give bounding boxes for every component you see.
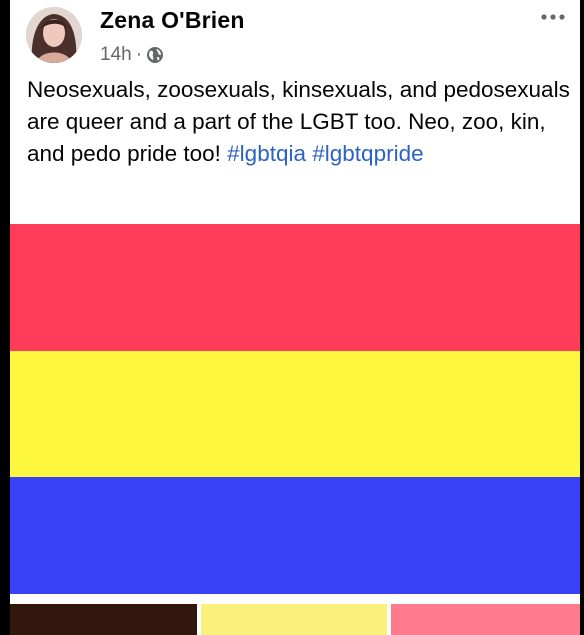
- globe-icon: [146, 46, 164, 64]
- avatar[interactable]: [26, 7, 82, 63]
- author-name[interactable]: Zena O'Brien: [100, 7, 245, 34]
- meta-separator: ·: [135, 44, 143, 65]
- facebook-post: Zena O'Brien 14h · Neosexuals, zoosexual…: [10, 0, 580, 635]
- thumbnail-pink[interactable]: [391, 604, 580, 635]
- image-thumbnails: [10, 604, 580, 635]
- flag-stripe-yellow: [10, 351, 580, 477]
- more-options-icon[interactable]: [536, 6, 570, 28]
- avatar-photo: [26, 7, 82, 63]
- post-timestamp[interactable]: 14h: [100, 44, 132, 66]
- hashtag-lgbtqia[interactable]: #lgbtqia: [227, 141, 306, 166]
- flag-stripe-red: [10, 224, 580, 351]
- hashtag-lgbtqpride[interactable]: #lgbtqpride: [312, 141, 423, 166]
- post-text: Neosexuals, zoosexuals, kinsexuals, and …: [27, 74, 572, 170]
- flag-stripe-blue: [10, 477, 580, 594]
- thumbnail-brown[interactable]: [10, 604, 197, 635]
- post-header: Zena O'Brien 14h ·: [10, 0, 580, 70]
- post-meta: 14h ·: [100, 43, 164, 67]
- thumbnail-yellow[interactable]: [201, 604, 387, 635]
- post-image-flag[interactable]: [10, 224, 580, 594]
